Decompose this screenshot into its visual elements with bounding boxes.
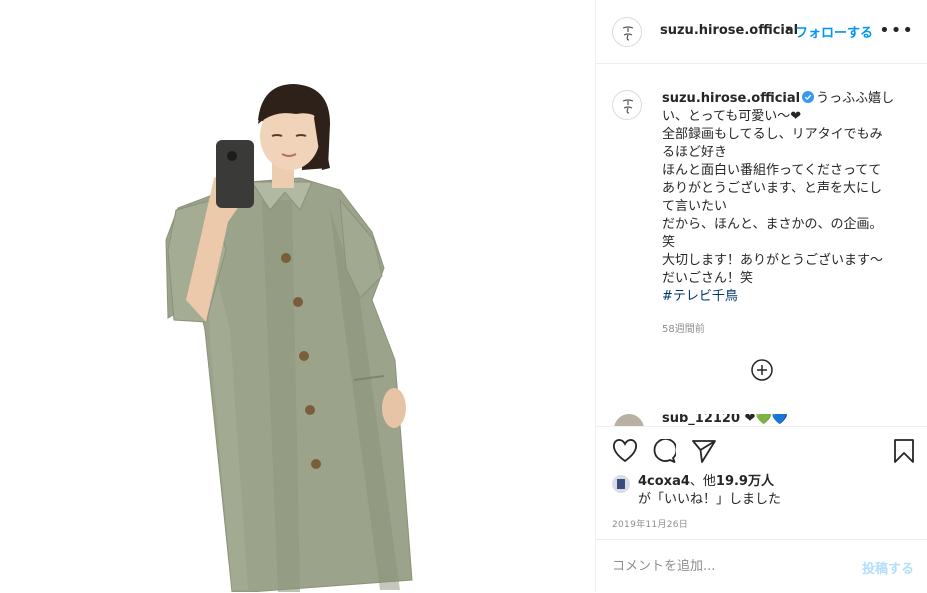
caption-line-3: るほど好き (662, 145, 728, 160)
post-comment-button[interactable]: 投稿する (862, 558, 914, 577)
like-heart-icon[interactable] (612, 439, 638, 463)
commenter-avatar[interactable] (614, 414, 644, 426)
likes-count[interactable]: 19.9万人 (716, 474, 774, 489)
comments-area: suzu.hirose.official うっふふ嬉し い、とっても可愛い〜❤︎ … (596, 64, 927, 426)
signature-logo-icon (622, 99, 634, 114)
comment-icon[interactable] (652, 439, 676, 463)
liker-username[interactable]: 4coxa4 (638, 474, 690, 489)
next-comment-text: sub_12120 ❤💚💙 (662, 414, 788, 426)
post-actions: 4coxa4、他19.9万人 が「いいね！」しました 2019年11月26日 投… (596, 426, 927, 592)
post-image (165, 84, 413, 592)
share-paper-plane-icon[interactable] (692, 439, 716, 463)
post-sidebar: suzu.hirose.official • フォローする ••• suzu.h… (595, 0, 927, 592)
comment-bar: 投稿する (596, 539, 927, 593)
caption-line-7: だから、ほんと、まさかの、の企画。 (662, 217, 883, 232)
caption-line-9: 大切します！ありがとうございます〜 (662, 253, 884, 268)
likes-suffix: が「いいね！」しました (638, 492, 782, 507)
next-comment-preview: sub_12120 ❤💚💙 (614, 414, 914, 426)
post-header: suzu.hirose.official • フォローする ••• (596, 0, 927, 64)
phone (216, 140, 254, 208)
avatar[interactable] (612, 17, 642, 47)
save-bookmark-icon[interactable] (894, 439, 914, 463)
more-options-button[interactable]: ••• (879, 22, 914, 40)
liker-avatar[interactable] (612, 475, 630, 493)
load-more-comments-button[interactable] (751, 359, 773, 381)
caption-line-2: 全部録画もしてるし、リアタイでもみ (662, 127, 883, 142)
caption-username[interactable]: suzu.hirose.official (662, 91, 800, 106)
caption-avatar[interactable] (612, 90, 642, 120)
signature-logo-icon (622, 26, 634, 41)
caption-line-0: うっふふ嬉し (816, 91, 895, 106)
caption-line-6: て言いたい (662, 199, 728, 214)
hashtag-link[interactable]: #テレビ千鳥 (662, 288, 910, 306)
verified-badge-icon (802, 91, 815, 103)
caption-line-10: だいごさん！笑 (662, 271, 754, 286)
caption-line-4: ほんと面白い番組作ってくださってて (662, 163, 882, 178)
caption-line-5: ありがとうございます、と声を大にし (662, 181, 882, 196)
header-separator: • (785, 23, 792, 36)
follow-button[interactable]: フォローする (795, 22, 873, 41)
likes-joiner: 、他 (689, 474, 716, 489)
caption-line-8: 笑 (662, 235, 676, 250)
caption: suzu.hirose.official うっふふ嬉し い、とっても可愛い〜❤︎ … (662, 90, 910, 306)
post-date[interactable]: 2019年11月26日 (612, 517, 688, 530)
comment-input[interactable] (612, 554, 842, 578)
post-photo[interactable] (0, 0, 595, 592)
time-ago[interactable]: 58週間前 (662, 320, 705, 335)
header-username[interactable]: suzu.hirose.official (660, 23, 798, 38)
caption-line-1: い、とっても可愛い〜❤︎ (662, 109, 802, 124)
